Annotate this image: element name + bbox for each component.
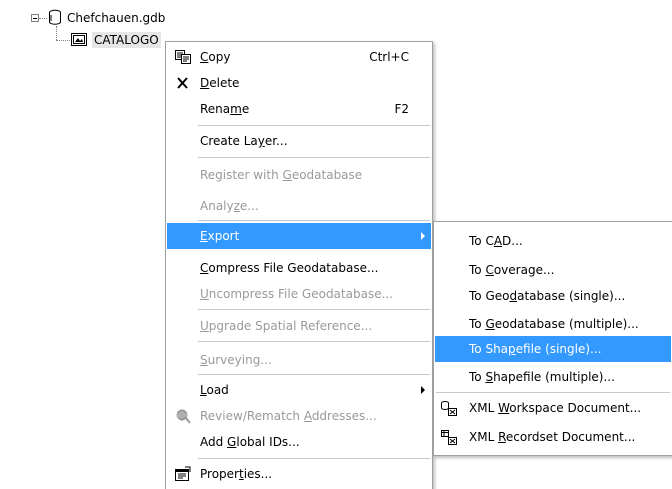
menu-separator [198, 374, 430, 375]
menu-item-label: XML Recordset Document... [469, 430, 636, 444]
menu-item-create-layer[interactable]: Create Layer... [167, 128, 431, 154]
menu-item-label: Compress File Geodatabase... [200, 261, 379, 275]
menu-item-label: Register with Geodatabase [200, 168, 363, 182]
menu-item-label: To Shapefile (multiple)... [469, 370, 615, 384]
menu-separator [198, 220, 430, 221]
menu-item-load[interactable]: Load [167, 377, 431, 403]
menu-item-add-global-ids[interactable]: Add Global IDs... [167, 429, 431, 455]
menu-item-export[interactable]: Export [167, 223, 431, 249]
menu-item-label: Export [200, 229, 240, 243]
menu-separator [436, 392, 670, 393]
menu-item-label: To Shapefile (single)... [469, 342, 602, 356]
menu-item-label: Uncompress File Geodatabase... [200, 287, 394, 301]
context-menu: Copy Ctrl+C Delete Rename F2 Create Laye… [165, 41, 433, 489]
submenu-item-to-geodatabase-multiple[interactable]: To Geodatabase (multiple)... [435, 311, 671, 337]
submenu-arrow-icon [421, 232, 425, 240]
menu-separator [198, 309, 430, 310]
submenu-item-to-cad[interactable]: To CAD... [435, 228, 671, 254]
menu-item-label: Properties... [200, 467, 273, 481]
tree-connector [56, 40, 70, 41]
submenu-item-to-coverage[interactable]: To Coverage... [435, 257, 671, 283]
xml-workspace-icon [441, 401, 457, 416]
tree-child-label[interactable]: CATALOGO [92, 32, 161, 48]
menu-item-label: To Geodatabase (multiple)... [469, 317, 639, 331]
menu-item-label: XML Workspace Document... [469, 401, 642, 415]
properties-icon [175, 466, 191, 481]
menu-item-label: Load [200, 383, 229, 397]
shortcut-label: Ctrl+C [369, 50, 409, 64]
menu-item-label: Add Global IDs... [200, 435, 300, 449]
file-geodatabase-icon[interactable] [48, 9, 62, 26]
review-rematch-icon [176, 409, 191, 424]
menu-item-label: To Coverage... [469, 263, 555, 277]
delete-x-icon [177, 77, 188, 89]
menu-item-copy[interactable]: Copy Ctrl+C [167, 44, 431, 70]
menu-item-label: Analyze... [200, 199, 259, 213]
menu-separator [198, 341, 430, 342]
raster-catalog-icon[interactable] [71, 33, 87, 46]
menu-item-analyze: Analyze... [167, 193, 431, 219]
menu-item-label: Delete [200, 76, 240, 90]
tree-connector [39, 18, 47, 19]
menu-separator [198, 125, 430, 126]
menu-item-label: Copy [200, 50, 231, 64]
menu-item-label: Review/Rematch Addresses... [200, 409, 377, 423]
menu-item-register-with-geodatabase: Register with Geodatabase [167, 162, 431, 188]
menu-item-label: To CAD... [469, 234, 523, 248]
menu-item-review-rematch-addresses: Review/Rematch Addresses... [167, 403, 431, 429]
copy-icon [175, 50, 191, 64]
tree-connector [56, 26, 57, 40]
submenu-item-xml-workspace-document[interactable]: XML Workspace Document... [435, 395, 671, 421]
collapse-toggle-icon[interactable] [31, 14, 39, 22]
menu-item-label: Create Layer... [200, 134, 288, 148]
menu-item-delete[interactable]: Delete [167, 70, 431, 96]
menu-separator [198, 157, 430, 158]
menu-item-rename[interactable]: Rename F2 [167, 96, 431, 122]
menu-item-label: Upgrade Spatial Reference... [200, 319, 373, 333]
tree-root-label[interactable]: Chefchauen.gdb [67, 10, 165, 26]
shortcut-label: F2 [394, 102, 409, 116]
submenu-item-to-shapefile-multiple[interactable]: To Shapefile (multiple)... [435, 364, 671, 390]
menu-item-compress-file-geodatabase[interactable]: Compress File Geodatabase... [167, 255, 431, 281]
menu-item-uncompress-file-geodatabase: Uncompress File Geodatabase... [167, 281, 431, 307]
export-submenu: To CAD... To Coverage... To Geodatabase … [433, 221, 672, 456]
menu-item-label: To Geodatabase (single)... [469, 289, 626, 303]
xml-recordset-icon [441, 430, 457, 445]
menu-item-label: Surveying... [200, 353, 272, 367]
menu-separator [198, 458, 430, 459]
menu-item-label: Rename [200, 102, 250, 116]
menu-item-surveying: Surveying... [167, 347, 431, 373]
submenu-arrow-icon [421, 386, 425, 394]
submenu-item-to-shapefile-single[interactable]: To Shapefile (single)... [435, 336, 671, 362]
submenu-item-to-geodatabase-single[interactable]: To Geodatabase (single)... [435, 283, 671, 309]
menu-item-upgrade-spatial-reference: Upgrade Spatial Reference... [167, 313, 431, 339]
menu-item-properties[interactable]: Properties... [167, 461, 431, 487]
submenu-item-xml-recordset-document[interactable]: XML Recordset Document... [435, 424, 671, 450]
